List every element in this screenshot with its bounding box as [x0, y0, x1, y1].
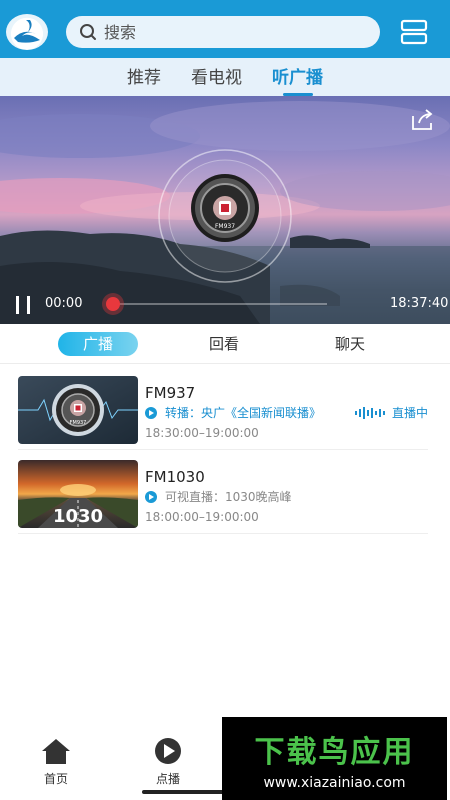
watermark: 下载鸟应用 www.xiazainiao.com	[222, 717, 447, 800]
watermark-url: www.xiazainiao.com	[263, 774, 406, 791]
nav-home[interactable]: 首页	[26, 736, 86, 787]
main-tab-bar: 推荐 看电视 听广播	[0, 58, 450, 96]
search-bar[interactable]	[66, 16, 380, 48]
station-thumbnail: 1030	[18, 460, 138, 528]
tab-tv[interactable]: 看电视	[191, 63, 242, 92]
top-header	[0, 0, 450, 58]
play-circle-icon	[155, 738, 181, 764]
end-time: 18:37:40	[390, 296, 449, 311]
watermark-title: 下载鸟应用	[254, 734, 415, 770]
current-time: 00:00	[45, 296, 83, 311]
live-badge: 直播中	[354, 404, 428, 421]
pause-icon[interactable]	[14, 296, 32, 314]
search-input[interactable]	[104, 22, 354, 42]
progress-track[interactable]	[112, 303, 327, 305]
tab-recommend[interactable]: 推荐	[127, 63, 161, 92]
sub-tab-bar: 广播 回看 聊天	[0, 324, 450, 364]
station-disc[interactable]: FM937	[157, 148, 293, 284]
station-time: 18:00:00–19:00:00	[145, 510, 259, 524]
station-thumbnail: FM937	[18, 376, 138, 444]
nav-on-demand[interactable]: 点播	[138, 736, 198, 787]
station-time: 18:30:00–19:00:00	[145, 426, 259, 440]
menu-icon[interactable]	[400, 18, 428, 46]
tab-replay[interactable]: 回看	[192, 332, 256, 356]
station-program: 转播：央广《全国新闻联播》	[145, 404, 321, 421]
app-logo[interactable]	[6, 14, 48, 50]
thumb-label: 1030	[53, 506, 103, 527]
station-item[interactable]: 1030 FM1030 可视直播：1030晚高峰 18:00:00–19:00:…	[18, 456, 428, 534]
radio-player[interactable]: FM937 00:00 18:37:40	[0, 96, 450, 324]
search-icon	[80, 24, 96, 40]
station-name: FM1030	[145, 468, 205, 486]
thumb-label: FM937	[70, 420, 87, 426]
play-icon	[145, 406, 157, 419]
station-item[interactable]: FM937 FM937 转播：央广《全国新闻联播》 18:30:00–19:00…	[18, 372, 428, 450]
share-icon[interactable]	[410, 108, 436, 132]
home-icon	[42, 739, 70, 764]
tab-chat[interactable]: 聊天	[318, 332, 382, 356]
play-icon	[145, 490, 157, 503]
disc-label: FM937	[215, 223, 235, 230]
playback-bar: 00:00 18:37:40	[0, 288, 450, 324]
station-name: FM937	[145, 384, 196, 402]
station-program: 可视直播：1030晚高峰	[145, 488, 292, 505]
tab-broadcast[interactable]: 广播	[58, 332, 138, 356]
tab-radio[interactable]: 听广播	[272, 63, 323, 96]
progress-knob[interactable]	[106, 297, 120, 311]
sound-wave-icon	[355, 406, 385, 419]
